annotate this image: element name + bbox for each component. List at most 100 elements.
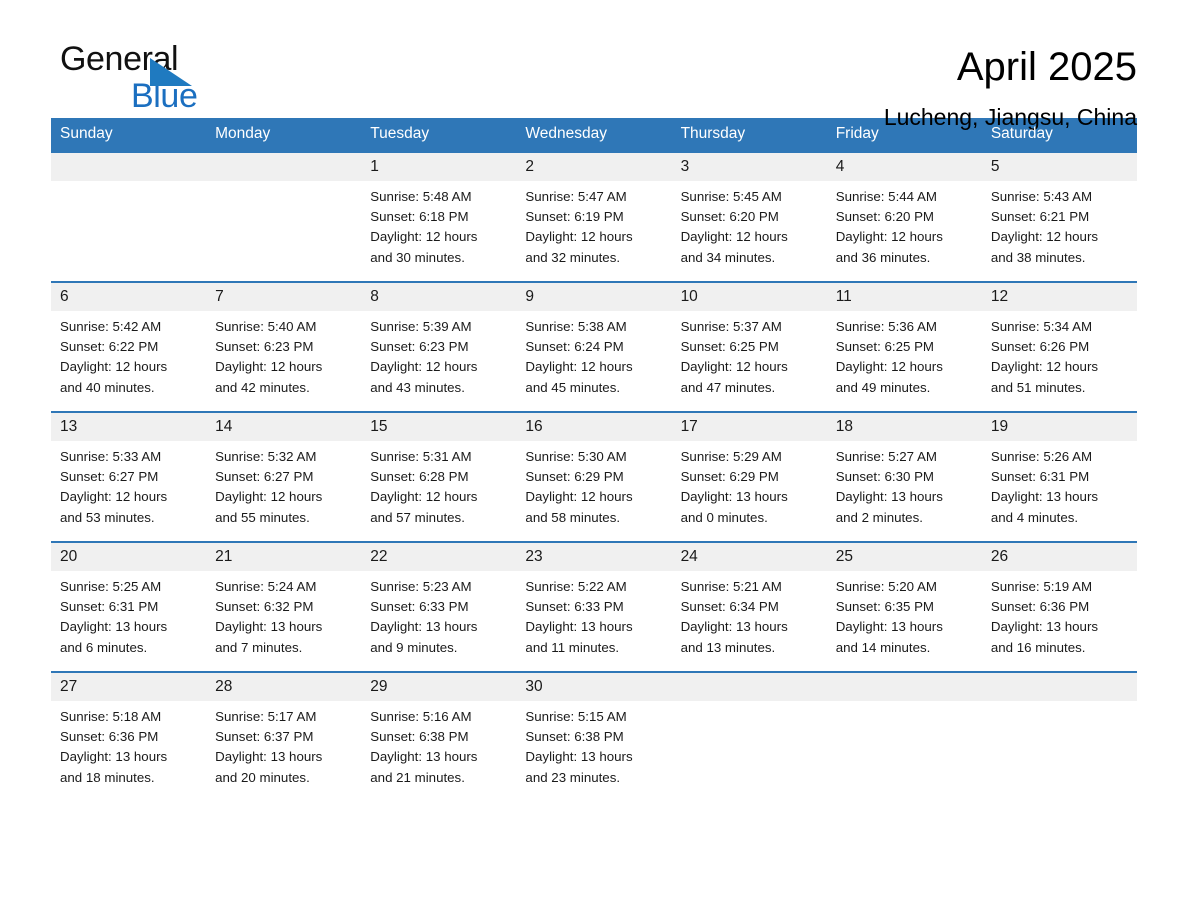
calendar-day-cell[interactable]: 18 Sunrise: 5:27 AM Sunset: 6:30 PM Dayl…	[826, 411, 982, 542]
calendar-day-cell[interactable]: 7 Sunrise: 5:40 AM Sunset: 6:23 PM Dayli…	[206, 281, 362, 412]
sunset-text: Sunset: 6:20 PM	[680, 209, 779, 225]
sunset-text: Sunset: 6:34 PM	[680, 599, 779, 615]
calendar-day-cell[interactable]: 12 Sunrise: 5:34 AM Sunset: 6:26 PM Dayl…	[981, 281, 1137, 412]
calendar-day-cell[interactable]: 17 Sunrise: 5:29 AM Sunset: 6:29 PM Dayl…	[671, 411, 827, 542]
sunrise-sunset-calendar: Sunday Monday Tuesday Wednesday Thursday…	[51, 118, 1137, 801]
calendar-day-cell[interactable]: 8 Sunrise: 5:39 AM Sunset: 6:23 PM Dayli…	[361, 281, 517, 412]
sunrise-text: Sunrise: 5:37 AM	[680, 319, 782, 334]
calendar-day-cell[interactable]: 11 Sunrise: 5:36 AM Sunset: 6:25 PM Dayl…	[826, 281, 982, 412]
calendar-day-cell[interactable]: 19 Sunrise: 5:26 AM Sunset: 6:31 PM Dayl…	[981, 411, 1137, 542]
sunset-text: Sunset: 6:26 PM	[990, 339, 1090, 355]
sunset-text: Sunset: 6:32 PM	[215, 599, 314, 615]
sunrise-text: Sunrise: 5:43 AM	[990, 189, 1093, 204]
calendar-day-cell[interactable]: 30 Sunrise: 5:15 AM Sunset: 6:38 PM Dayl…	[516, 671, 672, 801]
daylight-text-line1: Daylight: 12 hours	[60, 359, 168, 375]
daylight-text-line2: and 32 minutes.	[525, 249, 621, 265]
sunset-text: Sunset: 6:27 PM	[215, 469, 314, 485]
sunrise-text: Sunrise: 5:40 AM	[215, 319, 317, 334]
calendar-day-cell[interactable]: 16 Sunrise: 5:30 AM Sunset: 6:29 PM Dayl…	[516, 411, 672, 542]
daylight-text-line1: Daylight: 12 hours	[835, 229, 943, 245]
generalblue-logo[interactable]: General Blue	[51, 42, 260, 122]
day-details: Sunrise: 5:23 AM Sunset: 6:33 PM Dayligh…	[361, 571, 516, 658]
calendar-day-cell[interactable]: 29 Sunrise: 5:16 AM Sunset: 6:38 PM Dayl…	[361, 671, 517, 801]
daylight-text-line2: and 49 minutes.	[835, 379, 931, 395]
daylight-text-line1: Daylight: 13 hours	[60, 619, 168, 635]
calendar-day-cell[interactable]: 26 Sunrise: 5:19 AM Sunset: 6:36 PM Dayl…	[981, 541, 1137, 672]
sunset-text: Sunset: 6:38 PM	[370, 729, 469, 745]
day-number	[206, 153, 362, 181]
daylight-text-line2: and 11 minutes.	[525, 639, 620, 655]
calendar-day-cell[interactable]: 25 Sunrise: 5:20 AM Sunset: 6:35 PM Dayl…	[826, 541, 982, 672]
calendar-day-cell[interactable]: 21 Sunrise: 5:24 AM Sunset: 6:32 PM Dayl…	[206, 541, 362, 672]
daylight-text-line1: Daylight: 12 hours	[525, 229, 633, 245]
sunrise-text: Sunrise: 5:44 AM	[835, 189, 937, 204]
sunset-text: Sunset: 6:23 PM	[370, 339, 469, 355]
daylight-text-line1: Daylight: 12 hours	[370, 229, 478, 245]
daylight-text-line1: Daylight: 13 hours	[370, 619, 478, 635]
calendar-day-cell[interactable]: 5 Sunrise: 5:43 AM Sunset: 6:21 PM Dayli…	[981, 151, 1137, 282]
daylight-text-line2: and 18 minutes.	[60, 769, 155, 785]
daylight-text-line2: and 9 minutes.	[370, 639, 458, 655]
page-header: General Blue April 2025 Lucheng, Jiangsu…	[51, 0, 1137, 130]
sunset-text: Sunset: 6:23 PM	[215, 339, 314, 355]
sunset-text: Sunset: 6:21 PM	[990, 209, 1090, 225]
day-number: 11	[826, 283, 982, 311]
daylight-text-line2: and 40 minutes.	[60, 379, 155, 395]
calendar-day-cell[interactable]: 20 Sunrise: 5:25 AM Sunset: 6:31 PM Dayl…	[51, 541, 207, 672]
daylight-text-line2: and 30 minutes.	[370, 249, 465, 265]
weekday-header-tuesday: Tuesday	[361, 118, 517, 152]
day-number: 4	[826, 153, 982, 181]
day-details: Sunrise: 5:30 AM Sunset: 6:29 PM Dayligh…	[516, 441, 671, 528]
daylight-text-line1: Daylight: 12 hours	[680, 359, 788, 375]
sunset-text: Sunset: 6:35 PM	[835, 599, 935, 615]
day-number: 30	[516, 673, 672, 701]
sunset-text: Sunset: 6:25 PM	[680, 339, 779, 355]
sunrise-text: Sunrise: 5:39 AM	[370, 319, 472, 334]
calendar-day-cell[interactable]: 1 Sunrise: 5:48 AM Sunset: 6:18 PM Dayli…	[361, 151, 517, 282]
calendar-day-cell[interactable]: 28 Sunrise: 5:17 AM Sunset: 6:37 PM Dayl…	[206, 671, 362, 801]
calendar-body: 1 Sunrise: 5:48 AM Sunset: 6:18 PM Dayli…	[51, 151, 1137, 801]
daylight-text-line2: and 53 minutes.	[60, 509, 155, 525]
day-number	[826, 673, 982, 701]
sunset-text: Sunset: 6:30 PM	[835, 469, 935, 485]
daylight-text-line1: Daylight: 13 hours	[835, 619, 943, 635]
daylight-text-line2: and 14 minutes.	[835, 639, 931, 655]
day-details: Sunrise: 5:36 AM Sunset: 6:25 PM Dayligh…	[827, 311, 982, 398]
sunrise-text: Sunrise: 5:42 AM	[60, 319, 162, 334]
day-number: 10	[671, 283, 827, 311]
daylight-text-line1: Daylight: 13 hours	[680, 489, 788, 505]
day-details: Sunrise: 5:21 AM Sunset: 6:34 PM Dayligh…	[672, 571, 827, 658]
daylight-text-line1: Daylight: 13 hours	[370, 749, 478, 765]
sunset-text: Sunset: 6:29 PM	[680, 469, 779, 485]
daylight-text-line1: Daylight: 12 hours	[680, 229, 788, 245]
day-number	[671, 673, 827, 701]
calendar-day-cell[interactable]: 23 Sunrise: 5:22 AM Sunset: 6:33 PM Dayl…	[516, 541, 672, 672]
daylight-text-line2: and 51 minutes.	[990, 379, 1086, 395]
daylight-text-line2: and 2 minutes.	[835, 509, 923, 525]
calendar-day-cell[interactable]: 27 Sunrise: 5:18 AM Sunset: 6:36 PM Dayl…	[51, 671, 207, 801]
sunrise-text: Sunrise: 5:29 AM	[680, 449, 782, 464]
daylight-text-line1: Daylight: 12 hours	[370, 359, 478, 375]
calendar-day-cell[interactable]: 24 Sunrise: 5:21 AM Sunset: 6:34 PM Dayl…	[671, 541, 827, 672]
daylight-text-line2: and 47 minutes.	[680, 379, 776, 395]
sunset-text: Sunset: 6:31 PM	[60, 599, 159, 615]
day-number: 25	[826, 543, 982, 571]
calendar-day-cell[interactable]: 2 Sunrise: 5:47 AM Sunset: 6:19 PM Dayli…	[516, 151, 672, 282]
calendar-day-cell[interactable]: 22 Sunrise: 5:23 AM Sunset: 6:33 PM Dayl…	[361, 541, 517, 672]
calendar-day-cell[interactable]: 14 Sunrise: 5:32 AM Sunset: 6:27 PM Dayl…	[206, 411, 362, 542]
calendar-day-cell[interactable]: 15 Sunrise: 5:31 AM Sunset: 6:28 PM Dayl…	[361, 411, 517, 542]
calendar-day-cell[interactable]: 3 Sunrise: 5:45 AM Sunset: 6:20 PM Dayli…	[671, 151, 827, 282]
sunset-text: Sunset: 6:25 PM	[835, 339, 935, 355]
calendar-week-row: 6 Sunrise: 5:42 AM Sunset: 6:22 PM Dayli…	[51, 281, 1137, 412]
calendar-day-cell[interactable]: 6 Sunrise: 5:42 AM Sunset: 6:22 PM Dayli…	[51, 281, 207, 412]
weekday-header-monday: Monday	[206, 118, 362, 152]
calendar-day-cell[interactable]: 13 Sunrise: 5:33 AM Sunset: 6:27 PM Dayl…	[51, 411, 207, 542]
calendar-day-cell[interactable]: 4 Sunrise: 5:44 AM Sunset: 6:20 PM Dayli…	[826, 151, 982, 282]
daylight-text-line2: and 6 minutes.	[60, 639, 148, 655]
sunrise-text: Sunrise: 5:38 AM	[525, 319, 627, 334]
calendar-day-cell[interactable]: 10 Sunrise: 5:37 AM Sunset: 6:25 PM Dayl…	[671, 281, 827, 412]
calendar-day-cell[interactable]: 9 Sunrise: 5:38 AM Sunset: 6:24 PM Dayli…	[516, 281, 672, 412]
day-number: 5	[981, 153, 1137, 181]
logo-triangle-icon	[150, 58, 192, 86]
sunset-text: Sunset: 6:20 PM	[835, 209, 935, 225]
